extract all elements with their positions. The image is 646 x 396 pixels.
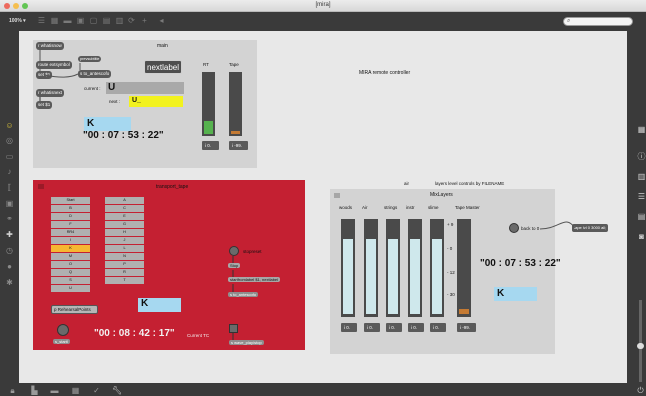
patch-cords-transport xyxy=(39,97,234,340)
patch-cords-main xyxy=(39,50,81,78)
patch-cord-back xyxy=(539,221,576,230)
patch-cords xyxy=(39,50,576,340)
